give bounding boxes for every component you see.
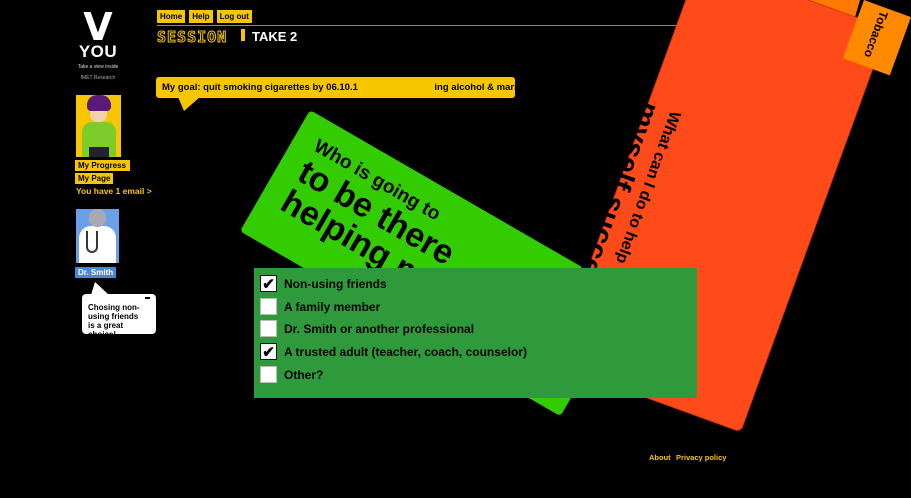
doctor-avatar[interactable] <box>76 209 119 263</box>
doctor-bubble-line-3: is a great choice! <box>88 321 124 339</box>
doctor-name-label[interactable]: Dr. Smith <box>75 267 117 278</box>
tobacco-tab-label: Tobacco <box>861 9 891 60</box>
my-progress-link[interactable]: My Progress <box>75 160 130 171</box>
avatar-hair <box>87 95 111 111</box>
doctor-bubble-line-1: Chosing non- <box>88 303 140 312</box>
privacy-policy-link[interactable]: Privacy policy <box>676 453 726 462</box>
email-link[interactable]: You have 1 email > <box>76 186 152 196</box>
checklist-label: A trusted adult (teacher, coach, counsel… <box>284 344 527 359</box>
about-link[interactable]: About <box>649 453 671 462</box>
checklist-item[interactable]: Other? <box>260 366 323 383</box>
checklist-label: Other? <box>284 367 324 382</box>
checklist-item[interactable]: Dr. Smith or another professional <box>260 320 474 337</box>
checklist-label: Non-using friends <box>284 276 387 291</box>
checklist-label: A family member <box>284 299 381 314</box>
doctor-bubble-line-2: using friends <box>88 312 139 321</box>
checkbox-unchecked-icon[interactable] <box>260 366 277 383</box>
my-page-link[interactable]: My Page <box>75 173 114 184</box>
doctor-speech-bubble: Chosing non- using friends is a great ch… <box>82 294 156 339</box>
bubble-minimize-icon[interactable] <box>145 297 150 299</box>
checklist-item[interactable]: A family member <box>260 298 380 315</box>
user-avatar[interactable] <box>76 95 121 157</box>
goal-bubble: My goal: quit smoking cigarettes by 06.1… <box>156 77 515 98</box>
answer-checklist: ✔ Non-using friends A family member Dr. … <box>254 268 697 398</box>
checkbox-checked-icon[interactable]: ✔ <box>260 343 277 361</box>
checkbox-unchecked-icon[interactable] <box>260 320 277 337</box>
stethoscope-icon <box>86 231 98 253</box>
checklist-label: Dr. Smith or another professional <box>284 321 475 336</box>
goal-bubble-tail <box>178 97 200 111</box>
doctor-head <box>89 209 106 227</box>
checklist-item[interactable]: ✔ Non-using friends <box>260 275 387 293</box>
checkbox-checked-icon[interactable]: ✔ <box>260 275 277 293</box>
checkbox-unchecked-icon[interactable] <box>260 298 277 315</box>
checklist-item[interactable]: ✔ A trusted adult (teacher, coach, couns… <box>260 343 527 361</box>
avatar-pants <box>89 147 109 157</box>
